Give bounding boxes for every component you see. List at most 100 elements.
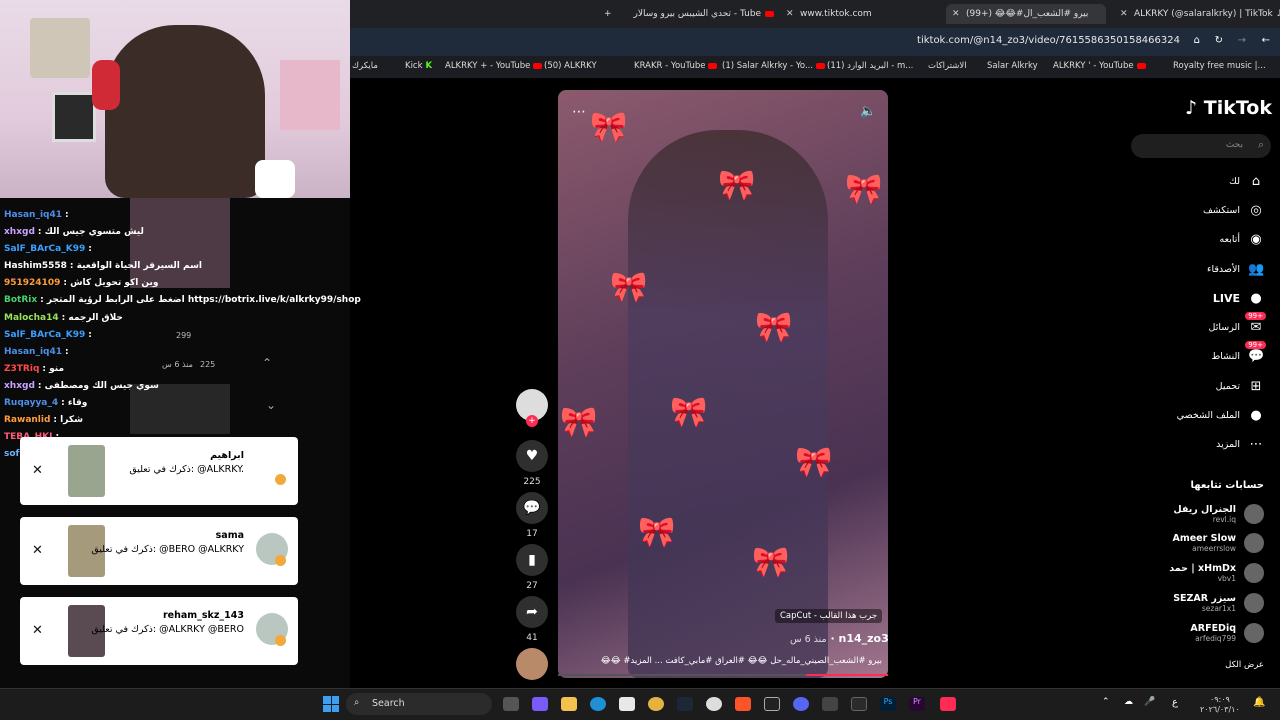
- music-icon[interactable]: [516, 648, 548, 680]
- following-account[interactable]: الجنرال ريفل revl.iq: [1173, 504, 1264, 524]
- windows-start-icon[interactable]: [323, 696, 339, 712]
- chat-username[interactable]: 951924109: [4, 278, 60, 288]
- share-button[interactable]: ➦ 41: [514, 596, 550, 643]
- tab-active[interactable]: ✕ (99+) 😂😂#بيرو #الشعب_ال: [946, 4, 1106, 24]
- search-input[interactable]: بحث ⌕: [1131, 134, 1271, 158]
- bookmark[interactable]: Salar Alkrky: [987, 61, 1038, 71]
- url-field[interactable]: tiktok.com/@n14_zo3/video/76155863501584…: [917, 35, 1180, 46]
- bookmark[interactable]: Royalty free music |...: [1173, 61, 1266, 71]
- bookmark[interactable]: (50) ALKRKY: [544, 61, 597, 71]
- bookmark[interactable]: (11) البريد الوارد - m...: [827, 61, 913, 71]
- heart-icon[interactable]: ♥: [516, 440, 548, 472]
- add-tab-icon[interactable]: +: [604, 9, 612, 19]
- nav-item-4[interactable]: LIVE ●: [1213, 291, 1264, 306]
- bookmark[interactable]: ALKRKY + - YouTube: [445, 61, 543, 71]
- clock[interactable]: ٠٩:٠٩ ٢٠٢٦/٠٣/١٠: [1200, 695, 1240, 715]
- edge-icon[interactable]: [590, 697, 606, 711]
- following-account[interactable]: SEZAR سيزر sezar1x1: [1173, 593, 1264, 613]
- chat-username[interactable]: Hashim5558: [4, 261, 67, 271]
- chat-username[interactable]: Rawanlid: [4, 415, 50, 425]
- store-icon[interactable]: [619, 697, 635, 711]
- bookmark[interactable]: (1) Salar Alkrky - Yo...: [722, 61, 826, 71]
- mic-icon[interactable]: 🎤: [1144, 697, 1155, 707]
- steam-icon[interactable]: [677, 697, 693, 711]
- save-button[interactable]: ▮ 27: [514, 544, 550, 591]
- chevron-down-icon[interactable]: ⌄: [266, 398, 276, 412]
- comment-icon[interactable]: 💬: [516, 492, 548, 524]
- home-icon[interactable]: ⌂: [1194, 35, 1200, 46]
- nav-item-8[interactable]: الملف الشخصي ●: [1177, 408, 1264, 423]
- video-progress[interactable]: [558, 674, 888, 676]
- reload-icon[interactable]: ↻: [1215, 35, 1223, 46]
- video-caption[interactable]: 😂😂 #بيرو #الشعب_الصيني_ماله_حل 😂😂 #العرا…: [566, 656, 882, 666]
- chat-username[interactable]: Malocha14: [4, 313, 59, 323]
- chat-username[interactable]: xhxgd: [4, 227, 35, 237]
- chevron-up-icon[interactable]: ⌃: [1102, 697, 1110, 707]
- close-icon[interactable]: ✕: [1120, 9, 1130, 19]
- bookmark[interactable]: Kick K: [405, 61, 432, 71]
- bookmark[interactable]: KRAKR - YouTube: [634, 61, 718, 71]
- nav-item-2[interactable]: أتابعه ◉: [1220, 232, 1265, 247]
- avatar[interactable]: [1244, 593, 1264, 613]
- tab-alkrky-tiktok[interactable]: ✕ ALKRKY (@salaralkrky) | TikTok ♪: [1120, 4, 1280, 24]
- author-handle[interactable]: n14_zo3: [838, 632, 888, 645]
- chat-username[interactable]: Hasan_iq41: [4, 347, 62, 357]
- nav-item-5[interactable]: الرسائل ✉ 99+: [1209, 312, 1266, 335]
- tab-youtube[interactable]: + تحدي الشيبس بيرو وسالار - Tube: [604, 4, 775, 24]
- discord-icon[interactable]: [793, 697, 809, 711]
- task-view-icon[interactable]: [503, 697, 519, 711]
- avatar[interactable]: [1244, 533, 1264, 553]
- avatar[interactable]: [1244, 563, 1264, 583]
- tiktok-app-icon[interactable]: [940, 697, 956, 711]
- following-account[interactable]: Ameer Slow ameerrslow: [1172, 533, 1264, 553]
- notification-icon[interactable]: 🔔: [1253, 697, 1265, 708]
- back-icon[interactable]: ←: [1262, 35, 1270, 46]
- video-author[interactable]: منذ 6 س · n14_zo3: [790, 632, 889, 645]
- comment-button[interactable]: 💬 17: [514, 492, 550, 539]
- bookmark[interactable]: مايكرك: [352, 61, 378, 71]
- sound-icon[interactable]: 🔈: [860, 104, 876, 119]
- author-avatar[interactable]: +: [514, 389, 550, 427]
- chrome-icon[interactable]: [648, 697, 664, 711]
- capcut-template-link[interactable]: CapCut - جرب هذا القالب: [775, 609, 883, 623]
- chat-username[interactable]: Hasan_iq41: [4, 210, 62, 220]
- file-explorer-icon[interactable]: [561, 697, 577, 711]
- see-all-link[interactable]: عرض الكل: [1225, 660, 1264, 670]
- mention-notification[interactable]: ✕ sama ذكرك في تعليق: @BERO @ALKRKY: [20, 517, 298, 585]
- premiere-icon[interactable]: Pr: [909, 697, 925, 711]
- chat-username[interactable]: SalF_BArCa_K99: [4, 330, 85, 340]
- capcut-icon[interactable]: [764, 697, 780, 711]
- chat-username[interactable]: xhxgd: [4, 381, 35, 391]
- following-account[interactable]: حمد | xHmDx vbv1: [1169, 563, 1264, 583]
- bookmark[interactable]: الاشتراكات: [928, 61, 967, 71]
- language-indicator[interactable]: ع: [1172, 697, 1178, 708]
- bookmark-icon[interactable]: ▮: [516, 544, 548, 576]
- taskbar-search[interactable]: ⌕ Search: [346, 693, 492, 715]
- nav-item-0[interactable]: لك ⌂: [1229, 174, 1264, 189]
- tab-tiktok[interactable]: ✕ www.tiktok.com: [786, 4, 872, 24]
- copilot-icon[interactable]: [532, 697, 548, 711]
- obs-icon[interactable]: [706, 697, 722, 711]
- bookmark[interactable]: ALKRKY ' - YouTube: [1053, 61, 1146, 71]
- app-icon[interactable]: [851, 697, 867, 711]
- follow-plus-icon[interactable]: +: [526, 415, 538, 427]
- close-icon[interactable]: ✕: [32, 623, 43, 638]
- nav-item-7[interactable]: تحميل ⊞: [1216, 379, 1264, 394]
- search-icon[interactable]: ⌕: [1258, 138, 1264, 152]
- mention-notification[interactable]: ✕ ابراهيم ذكرك في تعليق: @ALKRKY.: [20, 437, 298, 505]
- mention-notification[interactable]: ✕ reham_skz_143 ذكرك في تعليق: @ALKRKY @…: [20, 597, 298, 665]
- chat-username[interactable]: Z3TRiq: [4, 364, 39, 374]
- tiktok-logo[interactable]: ♪ TikTok: [1185, 97, 1272, 119]
- close-icon[interactable]: ✕: [32, 543, 43, 558]
- forward-icon[interactable]: →: [1238, 35, 1246, 46]
- following-account[interactable]: ARFEDiq arfediq799: [1190, 623, 1264, 643]
- close-icon[interactable]: ✕: [32, 463, 43, 478]
- avatar[interactable]: [1244, 623, 1264, 643]
- photoshop-icon[interactable]: Ps: [880, 697, 896, 711]
- nav-item-9[interactable]: المزيد ⋯: [1216, 437, 1264, 452]
- music-disc[interactable]: [514, 648, 550, 680]
- settings-icon[interactable]: [822, 697, 838, 711]
- chat-username[interactable]: SalF_BArCa_K99: [4, 244, 85, 254]
- more-icon[interactable]: ⋯: [572, 104, 586, 120]
- nav-item-6[interactable]: النشاط 💬 99+: [1211, 341, 1266, 364]
